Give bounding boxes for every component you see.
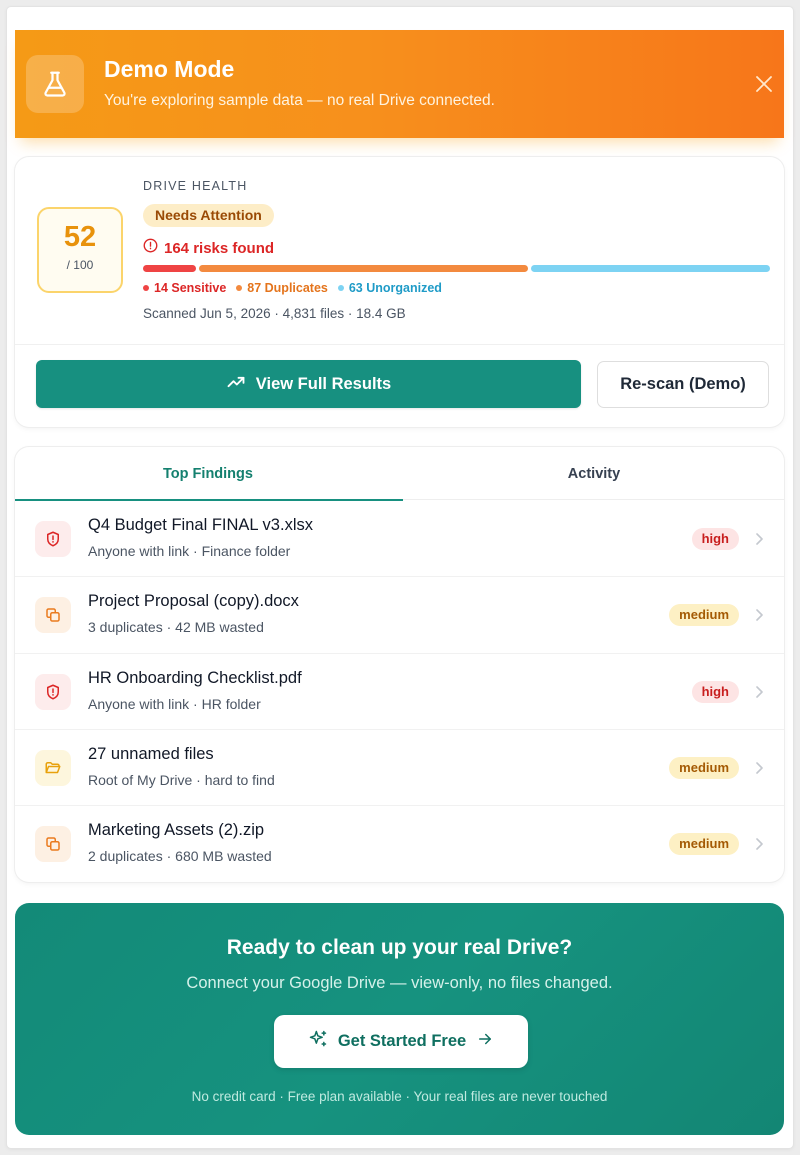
- risk-count: 164 risks found: [143, 238, 274, 258]
- view-full-results-label: View Full Results: [255, 374, 392, 393]
- legend-label: 63 Unorganized: [348, 281, 442, 295]
- health-score-max: / 100: [66, 258, 94, 272]
- legend-item-sensitive: 14 Sensitive: [143, 281, 226, 295]
- banner-subtitle: You're exploring sample data — no real D…: [104, 92, 495, 109]
- legend-label: 14 Sensitive: [154, 281, 227, 295]
- finding-title: Project Proposal (copy).docx: [88, 592, 299, 611]
- finding-subtitle: Anyone with link · HR folder: [88, 695, 261, 712]
- cta-subtitle: Connect your Google Drive — view-only, n…: [186, 974, 613, 992]
- finding-subtitle: 2 duplicates · 680 MB wasted: [88, 848, 272, 865]
- finding-row[interactable]: Project Proposal (copy).docx 3 duplicates…: [15, 577, 784, 654]
- legend-item-duplicates: 87 Duplicates: [236, 281, 328, 295]
- finding-row[interactable]: Marketing Assets (2).zip 2 duplicates · 6…: [15, 806, 784, 882]
- findings-list: Q4 Budget Final FINAL v3.xlsx Anyone with…: [15, 501, 784, 882]
- chevron-right-icon: [754, 761, 764, 775]
- folder-open-icon: [35, 749, 71, 786]
- finding-title: Marketing Assets (2).zip: [88, 821, 265, 840]
- get-started-button[interactable]: Get Started Free: [274, 1015, 528, 1068]
- risk-bar-segment-sensitive: [143, 265, 196, 272]
- drive-health-card: 52 / 100 DRIVE HEALTH Needs Attention 16…: [15, 157, 784, 427]
- finding-subtitle: Anyone with link · Finance folder: [88, 543, 291, 559]
- tab-bar: Top Findings Activity: [15, 447, 784, 501]
- flask-icon: [26, 55, 84, 113]
- view-full-results-button[interactable]: View Full Results: [36, 360, 581, 408]
- finding-title: HR Onboarding Checklist.pdf: [88, 668, 302, 687]
- finding-title: Q4 Budget Final FINAL v3.xlsx: [88, 516, 313, 534]
- chevron-right-icon: [754, 532, 764, 546]
- finding-row[interactable]: 27 unnamed files Root of My Drive · hard …: [15, 730, 784, 807]
- severity-badge: high: [691, 528, 739, 550]
- tab-activity[interactable]: Activity: [401, 447, 784, 500]
- legend-item-unorganized: 63 Unorganized: [337, 281, 442, 295]
- severity-badge: medium: [669, 604, 739, 627]
- get-started-label: Get Started Free: [337, 1032, 467, 1050]
- demo-mode-banner: Demo Mode You're exploring sample data —…: [15, 30, 784, 138]
- legend-dot: [143, 285, 149, 291]
- risk-bar-segment-unorganized: [531, 265, 770, 272]
- close-icon[interactable]: [754, 74, 774, 94]
- alert-circle-icon: [143, 238, 158, 258]
- legend-dot: [236, 285, 243, 291]
- banner-title: Demo Mode: [104, 56, 235, 82]
- finding-row[interactable]: Q4 Budget Final FINAL v3.xlsx Anyone with…: [15, 501, 784, 578]
- finding-title: 27 unnamed files: [88, 744, 214, 763]
- shield-alert-icon: [35, 521, 71, 557]
- risk-legend: 14 Sensitive 87 Duplicates 63 Unorganized: [143, 281, 442, 295]
- chevron-right-icon: [754, 608, 764, 622]
- finding-row[interactable]: HR Onboarding Checklist.pdf Anyone with l…: [15, 654, 784, 730]
- copy-icon: [35, 597, 71, 634]
- signup-cta-panel: Ready to clean up your real Drive? Conne…: [15, 903, 784, 1135]
- divider: [15, 344, 784, 345]
- risk-bar-segment-duplicates: [199, 265, 529, 272]
- legend-dot: [337, 285, 344, 291]
- severity-badge: medium: [669, 756, 739, 779]
- finding-subtitle: Root of My Drive · hard to find: [88, 771, 275, 788]
- chevron-right-icon: [754, 685, 764, 699]
- scan-summary: Scanned Jun 5, 2026 · 4,831 files · 18.4…: [143, 306, 406, 321]
- health-score-box: 52 / 100: [37, 207, 123, 293]
- trending-up-icon: [226, 372, 246, 397]
- section-label: DRIVE HEALTH: [143, 179, 248, 193]
- findings-card: Top Findings Activity Q4 Budget Final FI…: [15, 447, 784, 882]
- chevron-right-icon: [754, 837, 764, 851]
- cta-title: Ready to clean up your real Drive?: [226, 936, 573, 959]
- severity-badge: medium: [669, 833, 739, 856]
- rescan-button[interactable]: Re-scan (Demo): [597, 361, 769, 408]
- legend-label: 87 Duplicates: [247, 281, 328, 295]
- copy-icon: [35, 826, 71, 863]
- health-score: 52: [63, 221, 97, 253]
- tab-top-findings[interactable]: Top Findings: [15, 447, 403, 501]
- risk-breakdown-bar: [143, 265, 770, 272]
- sparkles-icon: [308, 1029, 328, 1054]
- arrow-right-icon: [476, 1030, 494, 1053]
- finding-subtitle: 3 duplicates · 42 MB wasted: [88, 619, 264, 636]
- status-badge: Needs Attention: [143, 204, 274, 227]
- shield-alert-icon: [35, 673, 71, 710]
- severity-badge: high: [691, 680, 739, 703]
- cta-note: No credit card · Free plan available · Y…: [191, 1089, 608, 1104]
- risks-found-text: 164 risks found: [164, 239, 275, 257]
